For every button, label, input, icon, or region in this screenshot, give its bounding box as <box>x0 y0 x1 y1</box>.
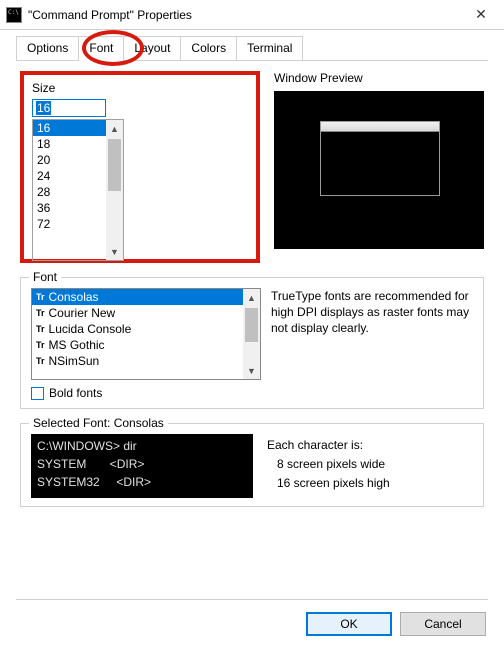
font-option[interactable]: TrCourier New <box>32 305 243 321</box>
tab-strip: Options Font Layout Colors Terminal <box>16 36 488 61</box>
font-option[interactable]: TrNSimSun <box>32 353 243 369</box>
size-section-highlight: Size 16 16 18 20 24 28 36 72 ▲ <box>20 71 260 263</box>
font-option[interactable]: TrLucida Console <box>32 321 243 337</box>
ok-button[interactable]: OK <box>306 612 392 636</box>
scroll-down-icon[interactable]: ▼ <box>243 362 260 379</box>
font-option[interactable]: TrConsolas <box>32 289 243 305</box>
close-button[interactable]: ✕ <box>458 0 504 30</box>
character-info: Each character is: 8 screen pixels wide … <box>267 434 473 494</box>
size-option[interactable]: 18 <box>33 136 106 152</box>
font-legend: Font <box>29 270 61 284</box>
selected-font-legend: Selected Font: Consolas <box>29 416 168 430</box>
cmd-icon <box>6 7 22 23</box>
cancel-button[interactable]: Cancel <box>400 612 486 636</box>
scroll-up-icon[interactable]: ▲ <box>243 289 260 306</box>
scroll-up-icon[interactable]: ▲ <box>106 120 123 137</box>
size-option[interactable]: 24 <box>33 168 106 184</box>
titlebar: "Command Prompt" Properties ✕ <box>0 0 504 30</box>
truetype-icon: Tr <box>36 308 45 318</box>
tab-font[interactable]: Font <box>78 36 124 60</box>
size-option[interactable]: 72 <box>33 216 106 232</box>
truetype-icon: Tr <box>36 292 45 302</box>
preview-window <box>320 121 440 196</box>
bold-fonts-label: Bold fonts <box>49 386 102 400</box>
tab-terminal[interactable]: Terminal <box>236 36 303 60</box>
preview-window-titlebar <box>321 122 439 132</box>
font-scrollbar[interactable]: ▲ ▼ <box>243 289 260 379</box>
selected-font-group: Selected Font: Consolas C:\WINDOWS> dir … <box>20 423 484 507</box>
tab-layout[interactable]: Layout <box>123 36 181 60</box>
font-description: TrueType fonts are recommended for high … <box>271 288 473 380</box>
size-label: Size <box>32 81 248 95</box>
font-option[interactable]: TrMS Gothic <box>32 337 243 353</box>
window-preview <box>274 91 484 249</box>
truetype-icon: Tr <box>36 324 45 334</box>
size-scrollbar[interactable]: ▲ ▼ <box>106 120 123 260</box>
scroll-down-icon[interactable]: ▼ <box>106 243 123 260</box>
tab-options[interactable]: Options <box>16 36 79 60</box>
font-listbox[interactable]: TrConsolas TrCourier New TrLucida Consol… <box>31 288 261 380</box>
scroll-thumb[interactable] <box>245 308 258 342</box>
size-input[interactable]: 16 <box>32 99 106 117</box>
font-sample: C:\WINDOWS> dir SYSTEM <DIR> SYSTEM32 <D… <box>31 434 253 498</box>
size-option[interactable]: 16 <box>33 120 106 136</box>
truetype-icon: Tr <box>36 356 45 366</box>
size-option[interactable]: 36 <box>33 200 106 216</box>
size-option[interactable]: 28 <box>33 184 106 200</box>
bold-fonts-checkbox[interactable] <box>31 387 44 400</box>
window-title: "Command Prompt" Properties <box>28 8 458 22</box>
divider <box>16 599 488 600</box>
preview-label: Window Preview <box>274 71 484 85</box>
truetype-icon: Tr <box>36 340 45 350</box>
tab-colors[interactable]: Colors <box>180 36 237 60</box>
font-group: Font TrConsolas TrCourier New TrLucida C… <box>20 277 484 409</box>
scroll-thumb[interactable] <box>108 139 121 191</box>
size-listbox[interactable]: 16 18 20 24 28 36 72 ▲ ▼ <box>32 119 124 261</box>
size-option[interactable]: 20 <box>33 152 106 168</box>
